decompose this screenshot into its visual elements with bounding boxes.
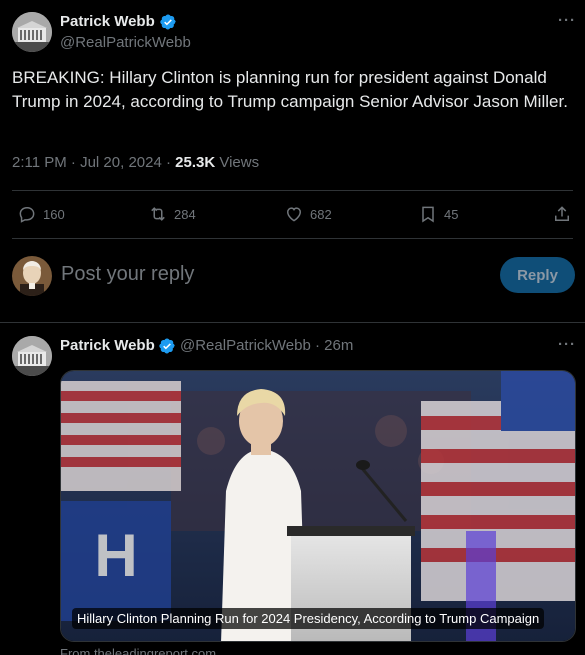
reply-author-avatar[interactable]: [12, 336, 52, 376]
reply-icon: [19, 207, 35, 223]
share-action[interactable]: [552, 204, 572, 224]
tweet-meta: 2:11 PM · Jul 20, 2024 · 25.3K Views: [12, 154, 259, 171]
building-avatar-image: [12, 336, 52, 376]
bookmark-icon: [422, 206, 434, 223]
heart-icon: [286, 207, 302, 222]
reply-input[interactable]: Post your reply: [61, 263, 194, 286]
reply-button[interactable]: Reply: [500, 257, 575, 293]
news-photo: H: [61, 371, 575, 641]
bookmark-action[interactable]: 45: [418, 204, 458, 224]
svg-text:H: H: [94, 522, 137, 589]
divider: [12, 190, 573, 191]
like-action[interactable]: 682: [284, 204, 332, 224]
author-handle[interactable]: @RealPatrickWebb: [60, 34, 191, 51]
retweet-icon: [151, 207, 165, 221]
tweet-text: BREAKING: Hillary Clinton is planning ru…: [12, 68, 568, 111]
reply-author-name[interactable]: Patrick Webb: [60, 337, 155, 354]
author-name[interactable]: Patrick Webb: [60, 13, 155, 30]
divider: [0, 322, 585, 323]
reply-action[interactable]: 160: [17, 204, 65, 224]
like-count: 682: [310, 206, 332, 222]
divider: [12, 238, 573, 239]
retweet-action[interactable]: 284: [148, 204, 196, 224]
reply-handle-time[interactable]: @RealPatrickWebb · 26m: [180, 337, 353, 354]
tweet-timestamp[interactable]: 2:11 PM · Jul 20, 2024 ·: [12, 154, 175, 171]
user-avatar[interactable]: [12, 256, 52, 296]
link-source[interactable]: From theleadingreport.com: [60, 646, 216, 655]
views-count: 25.3K: [175, 154, 216, 171]
media-caption: Hillary Clinton Planning Run for 2024 Pr…: [72, 608, 545, 629]
views-label: Views: [215, 154, 260, 171]
reply-count: 160: [43, 206, 65, 222]
verified-badge-icon: [160, 14, 176, 30]
portrait-avatar-image: [12, 256, 52, 296]
building-avatar-image: [12, 12, 52, 52]
link-card-media[interactable]: H Hillary Clinton Planning Run for 2024 …: [60, 370, 576, 642]
more-options-icon[interactable]: ···: [558, 12, 576, 29]
author-avatar[interactable]: [12, 12, 52, 52]
verified-badge-icon: [159, 338, 175, 354]
more-options-icon[interactable]: ···: [558, 336, 576, 353]
share-icon: [555, 206, 569, 221]
bookmark-count: 45: [444, 206, 459, 222]
retweet-count: 284: [174, 206, 196, 222]
